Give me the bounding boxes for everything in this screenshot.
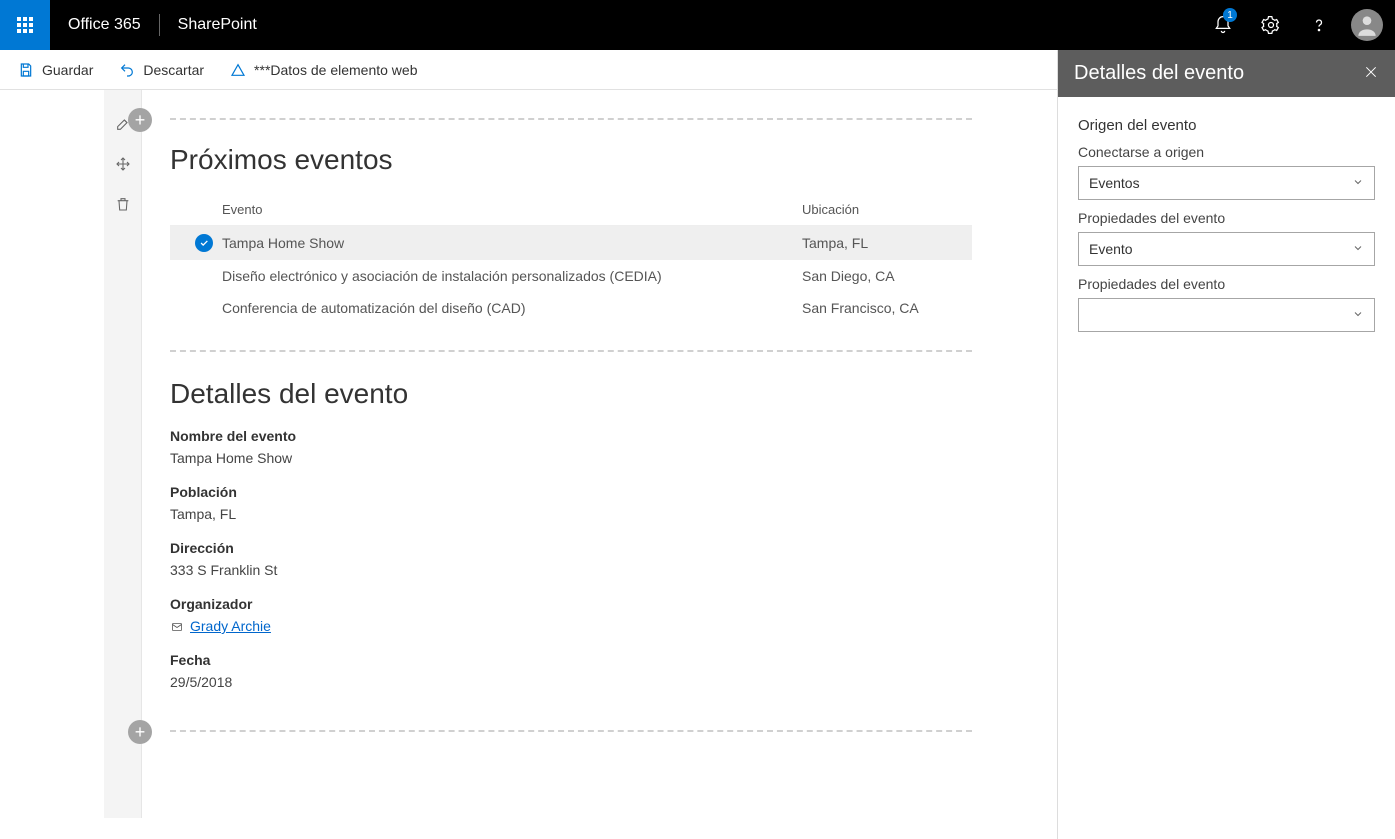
field-label-date: Fecha [170,652,972,668]
panel-header: Detalles del evento [1058,50,1395,97]
trash-icon [115,196,131,212]
field-value-date: 29/5/2018 [170,674,972,690]
field-value-name: Tampa Home Show [170,450,972,466]
panel-close-button[interactable] [1363,64,1379,83]
delete-webpart-button[interactable] [111,192,135,216]
event-name: Conferencia de automatización del diseño… [222,300,802,316]
event-name: Tampa Home Show [222,235,802,251]
dropdown-value: Evento [1089,241,1133,257]
app-name-label[interactable]: SharePoint [160,16,275,34]
connect-source-dropdown[interactable]: Eventos [1078,166,1375,200]
add-section-button[interactable]: + [128,720,152,744]
row-selected-indicator[interactable] [186,234,222,252]
dropdown-value: Eventos [1089,175,1140,191]
field-label-organizer: Organizador [170,596,972,612]
event-properties-dropdown-1[interactable]: Evento [1078,232,1375,266]
webpart-data-button[interactable]: ***Datos de elemento web [226,58,421,82]
chevron-down-icon [1352,307,1364,323]
panel-props1-label: Propiedades del evento [1078,210,1375,226]
webpart-data-label: ***Datos de elemento web [254,62,417,78]
event-location: San Diego, CA [802,268,972,284]
discard-label: Descartar [143,62,204,78]
field-value-city: Tampa, FL [170,506,972,522]
table-header: Evento Ubicación [170,194,972,226]
undo-icon [119,62,135,78]
event-properties-dropdown-2[interactable] [1078,298,1375,332]
events-table: Evento Ubicación Tampa Home Show Tampa, … [170,194,972,324]
notifications-button[interactable]: 1 [1199,0,1247,50]
event-location: San Francisco, CA [802,300,972,316]
table-row[interactable]: Conferencia de automatización del diseño… [170,292,972,324]
chevron-down-icon [1352,241,1364,257]
waffle-icon [17,17,33,33]
upcoming-events-title: Próximos eventos [170,144,972,176]
field-value-organizer: Grady Archie [170,618,972,634]
field-label-address: Dirección [170,540,972,556]
triangle-icon [230,62,246,78]
panel-source-heading: Origen del evento [1078,117,1375,134]
notification-badge: 1 [1223,8,1237,22]
mail-icon [170,621,184,633]
field-label-city: Población [170,484,972,500]
save-icon [18,62,34,78]
help-icon [1309,15,1329,35]
move-icon [115,156,131,172]
field-label-name: Nombre del evento [170,428,972,444]
field-value-address: 333 S Franklin St [170,562,972,578]
col-location-header: Ubicación [802,202,972,217]
event-name: Diseño electrónico y asociación de insta… [222,268,802,284]
panel-connect-label: Conectarse a origen [1078,144,1375,160]
check-icon [195,234,213,252]
table-row[interactable]: Diseño electrónico y asociación de insta… [170,260,972,292]
canvas-area: + Próximos eventos Evento Ubicación Tamp… [0,90,1057,839]
move-webpart-button[interactable] [111,152,135,176]
user-avatar[interactable] [1351,9,1383,41]
section-divider: + [170,730,972,732]
organizer-link[interactable]: Grady Archie [190,618,271,634]
brand-label[interactable]: Office 365 [50,16,159,34]
event-location: Tampa, FL [802,235,972,251]
panel-title: Detalles del evento [1074,62,1244,85]
help-button[interactable] [1295,0,1343,50]
property-panel: Detalles del evento Origen del evento Co… [1057,50,1395,839]
event-details-title: Detalles del evento [170,378,972,410]
settings-button[interactable] [1247,0,1295,50]
add-section-button[interactable]: + [128,108,152,132]
table-row[interactable]: Tampa Home Show Tampa, FL [170,226,972,260]
chevron-down-icon [1352,175,1364,191]
person-icon [1354,12,1380,38]
app-launcher-button[interactable] [0,0,50,50]
suite-bar: Office 365 SharePoint 1 [0,0,1395,50]
close-icon [1363,64,1379,80]
save-button[interactable]: Guardar [14,58,97,82]
gear-icon [1261,15,1281,35]
section-divider [170,350,972,352]
col-event-header: Evento [222,202,802,217]
save-label: Guardar [42,62,93,78]
panel-props2-label: Propiedades del evento [1078,276,1375,292]
webpart-toolbar [104,90,142,818]
section-divider: + [170,118,972,120]
discard-button[interactable]: Descartar [115,58,208,82]
